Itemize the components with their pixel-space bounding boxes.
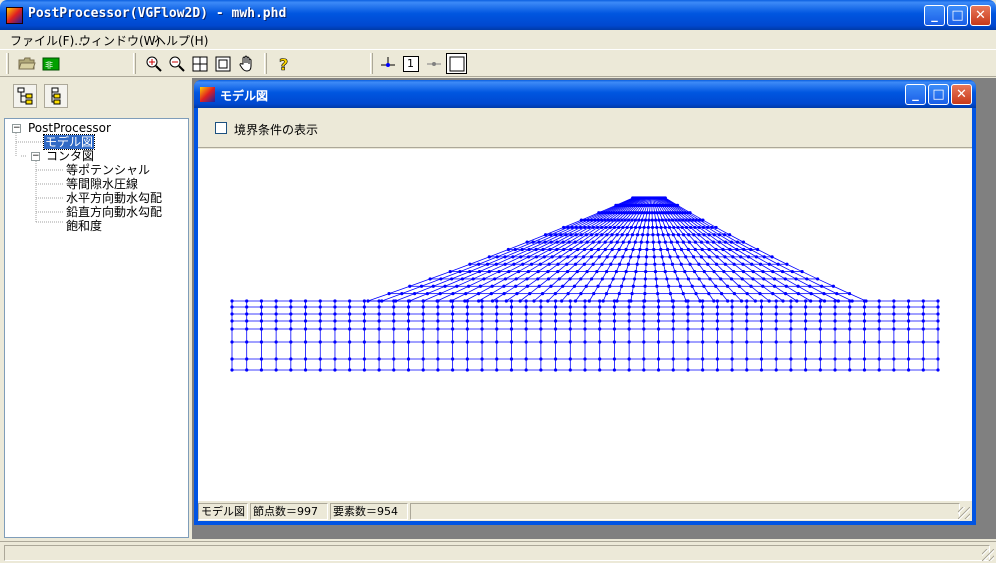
- exit-icon[interactable]: 非: [40, 53, 61, 74]
- child-app-icon[interactable]: [200, 87, 215, 102]
- svg-text:?: ?: [279, 55, 288, 73]
- status-view: モデル図: [198, 503, 248, 520]
- node-icon[interactable]: [377, 53, 398, 74]
- toolbar-grip-4[interactable]: [370, 53, 373, 74]
- app-icon[interactable]: [6, 7, 23, 24]
- tree-node-model[interactable]: モデル図: [42, 134, 96, 150]
- boundary-checkbox[interactable]: [215, 122, 227, 134]
- model-window[interactable]: モデル図 _ □ ✕ 境界条件の表示 モデル図 節点数＝997 要素数＝954: [194, 80, 976, 525]
- menu-bar: ファイル(F)... ウィンドウ(W) ヘルプ(H): [0, 30, 996, 49]
- toolbar-grip-2[interactable]: [133, 53, 136, 74]
- status-nodes: 節点数＝997: [250, 503, 328, 520]
- child-body: 境界条件の表示 モデル図 節点数＝997 要素数＝954: [198, 108, 972, 521]
- app-status-panel: [4, 545, 990, 561]
- maximize-button[interactable]: □: [947, 5, 968, 26]
- number-icon-label: 1: [402, 55, 419, 72]
- tree-toggle-contour[interactable]: −: [31, 152, 40, 161]
- mesh-drawing[interactable]: [198, 149, 972, 501]
- menu-help[interactable]: ヘルプ(H): [154, 32, 208, 49]
- app-status-bar: [0, 541, 996, 563]
- open-folder-icon[interactable]: [16, 53, 37, 74]
- child-minimize-button[interactable]: _: [905, 84, 926, 105]
- tree-expand-icon[interactable]: [13, 84, 37, 108]
- zoom-out-icon[interactable]: [166, 53, 187, 74]
- toolbar: 非 ? 1: [0, 49, 996, 77]
- zoom-window-icon[interactable]: [212, 53, 233, 74]
- title-bar: PostProcessor(VGFlow2D) - mwh.phd _ □ ✕: [0, 0, 996, 30]
- menu-window[interactable]: ウィンドウ(W): [79, 32, 160, 49]
- frame-icon[interactable]: [446, 53, 467, 74]
- options-panel: 境界条件の表示: [198, 108, 972, 148]
- status-elements: 要素数＝954: [330, 503, 408, 520]
- tree-node-horizontal-gradient[interactable]: 水平方向動水勾配: [66, 191, 162, 205]
- pan-hand-icon[interactable]: [236, 53, 257, 74]
- child-resize-grip[interactable]: [958, 507, 970, 519]
- zoom-fit-icon[interactable]: [189, 53, 210, 74]
- tree-node-model-label: モデル図: [42, 134, 96, 150]
- tree-collapse-icon[interactable]: [44, 84, 68, 108]
- line-icon[interactable]: [423, 53, 444, 74]
- tree-node-saturation[interactable]: 飽和度: [66, 219, 102, 233]
- help-icon[interactable]: ?: [273, 53, 294, 74]
- minimize-button[interactable]: _: [924, 5, 945, 26]
- child-status-bar: モデル図 節点数＝997 要素数＝954: [198, 501, 972, 521]
- child-title-bar[interactable]: モデル図 _ □ ✕: [194, 80, 976, 108]
- window-title: PostProcessor(VGFlow2D) - mwh.phd: [28, 6, 287, 21]
- tree-node-pore-pressure[interactable]: 等間隙水圧線: [66, 177, 138, 191]
- svg-text:非: 非: [45, 60, 53, 70]
- tree-node-equipotential[interactable]: 等ポテンシャル: [66, 163, 150, 177]
- number-icon[interactable]: 1: [400, 53, 421, 74]
- app-resize-grip[interactable]: [982, 549, 994, 561]
- child-close-button[interactable]: ✕: [951, 84, 972, 105]
- zoom-in-icon[interactable]: [143, 53, 164, 74]
- left-pane: − PostProcessor モデル図 − コンタ図 等ポテンシャル 等間隙水…: [0, 78, 190, 539]
- menu-file[interactable]: ファイル(F)...: [10, 32, 86, 49]
- toolbar-grip-3[interactable]: [264, 53, 267, 74]
- tree-view[interactable]: − PostProcessor モデル図 − コンタ図 等ポテンシャル 等間隙水…: [4, 118, 189, 538]
- boundary-checkbox-label[interactable]: 境界条件の表示: [234, 121, 318, 138]
- child-maximize-button[interactable]: □: [928, 84, 949, 105]
- tree-node-contour[interactable]: コンタ図: [46, 149, 94, 163]
- toolbar-grip[interactable]: [6, 53, 9, 74]
- status-blank: [410, 503, 960, 520]
- close-button[interactable]: ✕: [970, 5, 991, 26]
- child-window-title: モデル図: [220, 89, 269, 103]
- mesh-canvas[interactable]: [198, 149, 972, 501]
- tree-node-vertical-gradient[interactable]: 鉛直方向動水勾配: [66, 205, 162, 219]
